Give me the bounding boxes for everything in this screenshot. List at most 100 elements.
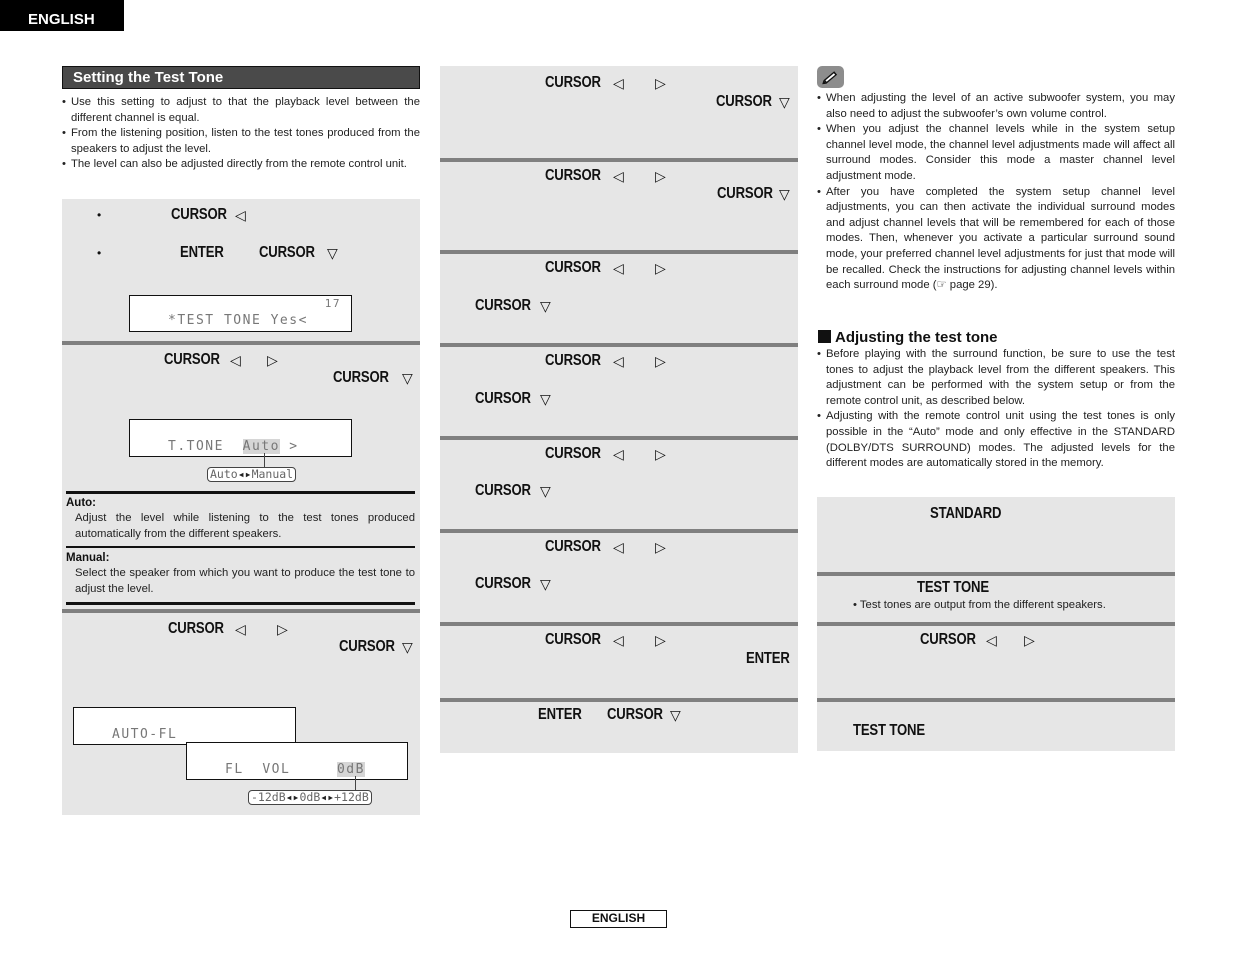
cursor-right-icon: ▷ bbox=[655, 168, 666, 184]
cursor-key-label: CURSOR bbox=[545, 538, 601, 555]
cursor-key-label: CURSOR bbox=[475, 575, 531, 592]
lcd-label: VOL bbox=[262, 762, 291, 777]
subsection-bullets: Before playing with the surround functio… bbox=[817, 347, 1175, 472]
enter-key-label: ENTER bbox=[538, 706, 582, 723]
double-arrow-icon: ◂▸ bbox=[237, 467, 252, 481]
cursor-key-label: CURSOR bbox=[920, 631, 976, 648]
cursor-key-label: CURSOR bbox=[339, 638, 395, 655]
cursor-key-label: CURSOR bbox=[171, 206, 227, 223]
note-bullets: When adjusting the level of an active su… bbox=[817, 91, 1175, 294]
mode-options-callout: Auto◂▸Manual bbox=[207, 467, 297, 482]
cursor-down-icon: ▽ bbox=[540, 576, 551, 592]
lcd-text: AUTO-FL bbox=[112, 727, 178, 742]
bullet-dot: • bbox=[97, 246, 102, 260]
lcd-label: T.TONE bbox=[168, 439, 224, 454]
cursor-left-icon: ◁ bbox=[613, 168, 624, 184]
intro-bullet: Use this setting to adjust to that the p… bbox=[62, 95, 420, 126]
lcd-value: Auto bbox=[242, 439, 280, 454]
lcd-text: T.TONE Auto > bbox=[168, 439, 299, 454]
definition-rule bbox=[66, 491, 415, 494]
lcd-counter: 17 bbox=[324, 297, 341, 310]
range-min: -12dB bbox=[251, 790, 286, 804]
cursor-key-label: CURSOR bbox=[545, 631, 601, 648]
cursor-key-label: CURSOR bbox=[545, 259, 601, 276]
right-step-2 bbox=[817, 572, 1175, 622]
intro-bullets: Use this setting to adjust to that the p… bbox=[62, 95, 420, 173]
definition-text-auto: Adjust the level while listening to the … bbox=[75, 512, 415, 540]
square-bullet-icon bbox=[818, 330, 831, 343]
cursor-left-icon: ◁ bbox=[230, 352, 241, 368]
cursor-down-icon: ▽ bbox=[402, 370, 413, 386]
cursor-left-icon: ◁ bbox=[613, 260, 624, 276]
cursor-right-icon: ▷ bbox=[655, 353, 666, 369]
cursor-key-label: CURSOR bbox=[545, 352, 601, 369]
cursor-key-label: CURSOR bbox=[607, 706, 663, 723]
cursor-left-icon: ◁ bbox=[235, 621, 246, 637]
callout-pointer bbox=[264, 453, 265, 467]
cursor-down-icon: ▽ bbox=[402, 639, 413, 655]
section-title: Setting the Test Tone bbox=[62, 66, 420, 89]
option-manual: Manual bbox=[251, 467, 294, 481]
cursor-key-label: CURSOR bbox=[259, 244, 315, 261]
lcd-display-test-tone: 17 *TEST TONE Yes< bbox=[129, 295, 352, 332]
cursor-key-label: CURSOR bbox=[545, 445, 601, 462]
range-max: +12dB bbox=[334, 790, 369, 804]
cursor-down-icon: ▽ bbox=[779, 186, 790, 202]
subheading-text: Adjusting the test tone bbox=[835, 329, 998, 346]
cursor-down-icon: ▽ bbox=[779, 94, 790, 110]
cursor-right-icon: ▷ bbox=[655, 75, 666, 91]
cursor-key-label: CURSOR bbox=[164, 351, 220, 368]
enter-key-label: ENTER bbox=[180, 244, 224, 261]
cursor-right-icon: ▷ bbox=[655, 539, 666, 555]
cursor-key-label: CURSOR bbox=[333, 369, 389, 386]
note-bullet: After you have completed the system setu… bbox=[817, 185, 1175, 294]
lcd-suffix: > bbox=[289, 439, 299, 454]
cursor-down-icon: ▽ bbox=[670, 707, 681, 723]
cursor-left-icon: ◁ bbox=[235, 207, 246, 223]
test-tone-key-label: TEST TONE bbox=[853, 722, 925, 739]
cursor-right-icon: ▷ bbox=[1024, 632, 1035, 648]
lcd-text: *TEST TONE Yes< bbox=[168, 313, 308, 328]
intro-bullet: From the listening position, listen to t… bbox=[62, 126, 420, 157]
lcd-channel: FL bbox=[225, 762, 244, 777]
cursor-right-icon: ▷ bbox=[655, 260, 666, 276]
enter-key-label: ENTER bbox=[746, 650, 790, 667]
subsection-bullet: Adjusting with the remote control unit u… bbox=[817, 409, 1175, 471]
language-tab: ENGLISH bbox=[0, 0, 124, 31]
cursor-left-icon: ◁ bbox=[613, 353, 624, 369]
level-range-callout: -12dB◂▸0dB◂▸+12dB bbox=[248, 790, 372, 805]
cursor-key-label: CURSOR bbox=[545, 74, 601, 91]
standard-key-label: STANDARD bbox=[930, 505, 1002, 522]
range-mid: 0dB bbox=[299, 790, 321, 804]
double-arrow-icon: ◂▸ bbox=[285, 790, 300, 804]
cursor-down-icon: ▽ bbox=[540, 391, 551, 407]
cursor-key-label: CURSOR bbox=[168, 620, 224, 637]
lcd-display-manual-volume: FL VOL 0dB bbox=[186, 742, 408, 780]
lcd-text: FL VOL 0dB bbox=[225, 762, 365, 777]
lcd-value: 0dB bbox=[336, 762, 365, 777]
callout-pointer bbox=[355, 776, 356, 790]
definition-rule bbox=[66, 546, 415, 548]
lcd-display-tone-mode: T.TONE Auto > bbox=[129, 419, 352, 457]
footer-language-tag: ENGLISH bbox=[570, 910, 667, 928]
note-bullet: When adjusting the level of an active su… bbox=[817, 91, 1175, 122]
cursor-key-label: CURSOR bbox=[475, 390, 531, 407]
subheading: Adjusting the test tone bbox=[818, 329, 998, 346]
cursor-right-icon: ▷ bbox=[277, 621, 288, 637]
cursor-left-icon: ◁ bbox=[613, 446, 624, 462]
cursor-right-icon: ▷ bbox=[267, 352, 278, 368]
cursor-down-icon: ▽ bbox=[540, 483, 551, 499]
cursor-key-label: CURSOR bbox=[717, 185, 773, 202]
definition-text-manual: Select the speaker from which you want t… bbox=[75, 567, 415, 595]
definition-term-auto: Auto: bbox=[66, 497, 97, 509]
cursor-key-label: CURSOR bbox=[545, 167, 601, 184]
pencil-icon bbox=[817, 66, 844, 88]
double-arrow-icon: ◂▸ bbox=[320, 790, 335, 804]
definition-rule bbox=[66, 602, 415, 605]
cursor-left-icon: ◁ bbox=[613, 75, 624, 91]
cursor-left-icon: ◁ bbox=[986, 632, 997, 648]
cursor-down-icon: ▽ bbox=[327, 245, 338, 261]
cursor-key-label: CURSOR bbox=[475, 297, 531, 314]
bullet-dot: • bbox=[97, 208, 102, 222]
cursor-right-icon: ▷ bbox=[655, 446, 666, 462]
